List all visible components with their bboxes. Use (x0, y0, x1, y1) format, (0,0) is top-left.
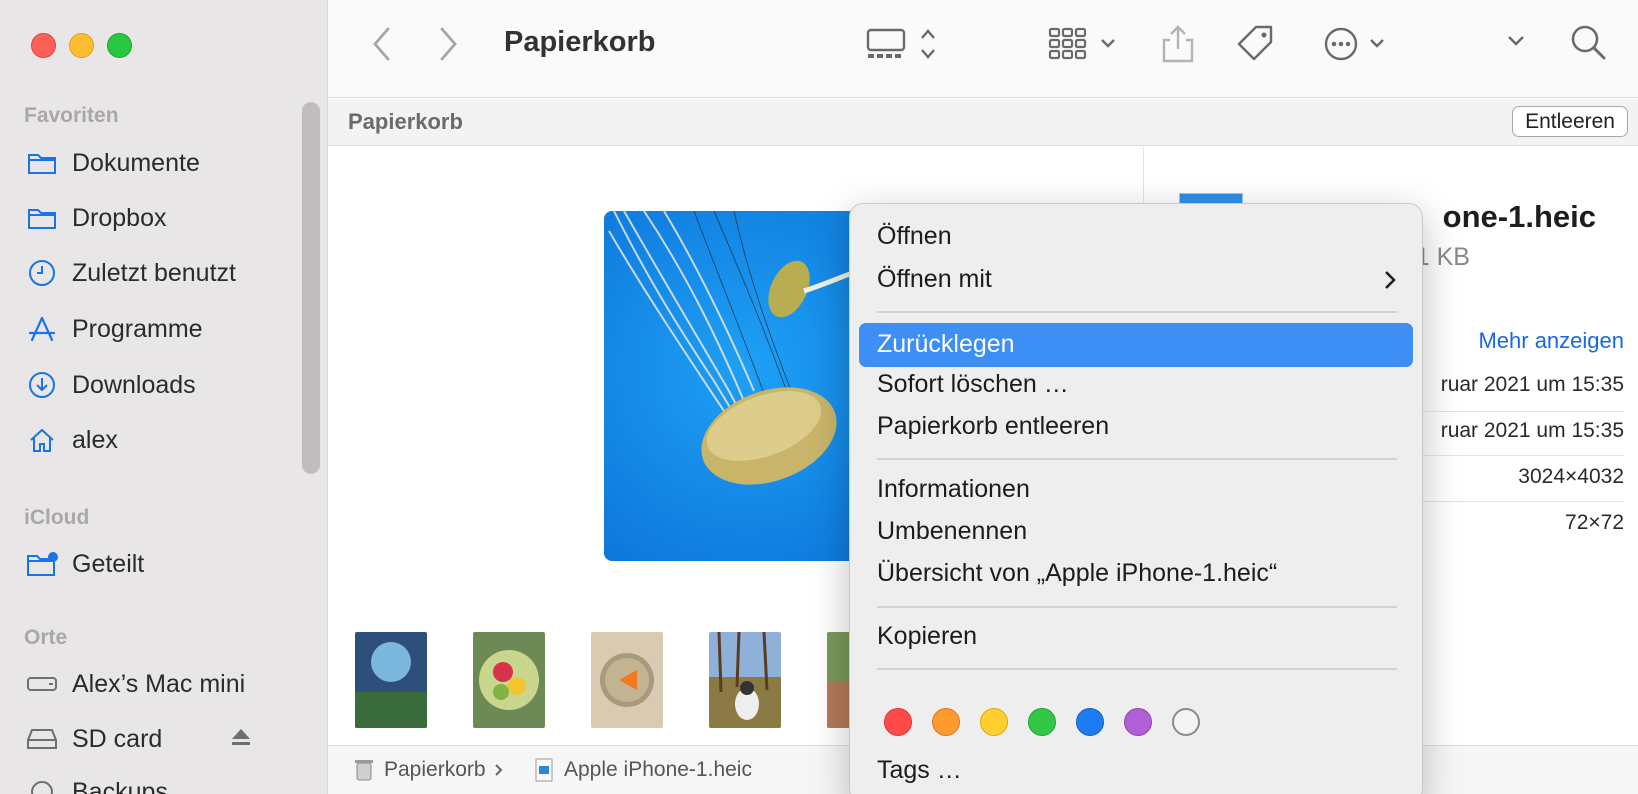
clock-icon (26, 257, 58, 289)
thumbnail[interactable] (473, 632, 545, 728)
tag-color-yellow[interactable] (980, 708, 1008, 736)
sidebar-item-geteilt[interactable]: Geteilt (26, 544, 144, 584)
sidebar-item-label: Alex’s Mac mini (72, 669, 246, 698)
sidebar-item-mac-mini[interactable]: Alex’s Mac mini (26, 664, 245, 704)
tag-color-purple[interactable] (1124, 708, 1152, 736)
drive-icon (26, 776, 58, 794)
thumbnail[interactable] (591, 632, 663, 728)
minimize-window-button[interactable] (69, 33, 94, 58)
sidebar-scrollbar[interactable] (302, 102, 320, 474)
trash-icon (354, 758, 374, 782)
menu-item-empty-trash[interactable]: Papierkorb entleeren (877, 412, 1109, 441)
sidebar-item-alex[interactable]: alex (26, 420, 118, 460)
eject-icon[interactable] (230, 726, 252, 755)
sidebar-item-programme[interactable]: Programme (26, 309, 203, 349)
apps-icon (26, 313, 58, 345)
close-window-button[interactable] (31, 33, 56, 58)
download-icon (26, 369, 58, 401)
file-name: one-1.heic (1442, 199, 1596, 234)
window-controls (31, 33, 132, 58)
maximize-window-button[interactable] (107, 33, 132, 58)
thumbnail[interactable] (355, 632, 427, 728)
sidebar-section-orte: Orte (24, 626, 68, 649)
toolbar: Papierkorb (328, 0, 1638, 98)
drive-icon (26, 723, 58, 755)
path-crumb-label: Apple iPhone-1.heic (564, 758, 752, 781)
menu-separator (877, 311, 1397, 313)
forward-icon[interactable] (438, 26, 460, 62)
sidebar-item-label: Geteilt (72, 549, 145, 578)
tag-color-red[interactable] (884, 708, 912, 736)
menu-item-open-with[interactable]: Öffnen mit (877, 265, 1397, 294)
chevron-right-icon (1383, 269, 1397, 298)
tag-color-orange[interactable] (932, 708, 960, 736)
menu-item-label: Öffnen mit (877, 265, 992, 293)
context-menu: Öffnen Öffnen mit Zurücklegen Sofort lös… (849, 203, 1423, 794)
more-actions-icon[interactable] (1323, 26, 1393, 62)
sidebar-section-icloud: iCloud (24, 506, 90, 529)
sidebar-item-backups[interactable]: Backups (26, 772, 168, 794)
created-date: ruar 2021 um 15:35 (1440, 373, 1624, 396)
sidebar-section-favorites: Favoriten (24, 104, 119, 127)
folder-icon (26, 202, 58, 234)
sidebar-item-label: Programme (72, 314, 203, 343)
path-crumb-trash[interactable]: Papierkorb (354, 758, 504, 782)
path-crumb-file[interactable]: Apple iPhone-1.heic (534, 758, 752, 782)
home-icon (26, 424, 58, 456)
chevron-right-icon (494, 763, 504, 777)
sidebar-item-label: Backups (72, 777, 168, 794)
menu-item-delete-immediately[interactable]: Sofort löschen … (877, 370, 1069, 399)
menu-item-open[interactable]: Öffnen (877, 222, 952, 251)
sidebar: Favoriten Dokumente Dropbox Zuletzt benu… (0, 0, 328, 794)
shared-folder-icon (26, 548, 58, 580)
resolution-value: 72×72 (1565, 511, 1624, 534)
modified-date: ruar 2021 um 15:35 (1440, 419, 1624, 442)
show-more-link[interactable]: Mehr anzeigen (1478, 328, 1624, 354)
menu-item-tags[interactable]: Tags … (877, 756, 962, 785)
menu-separator (877, 668, 1397, 670)
menu-item-quick-look[interactable]: Übersicht von „Apple iPhone-1.heic“ (877, 559, 1277, 588)
finder-window: Favoriten Dokumente Dropbox Zuletzt benu… (0, 0, 1638, 794)
sidebar-item-sd-card[interactable]: SD card (26, 719, 250, 759)
window-title: Papierkorb (504, 26, 656, 58)
computer-icon (26, 668, 58, 700)
share-icon[interactable] (1161, 24, 1195, 64)
menu-item-copy[interactable]: Kopieren (877, 622, 977, 651)
gallery-view-icon[interactable] (866, 26, 946, 62)
location-title: Papierkorb (348, 109, 463, 134)
tag-color-blue[interactable] (1076, 708, 1104, 736)
path-crumb-label: Papierkorb (384, 758, 486, 781)
menu-item-label: Zurücklegen (877, 330, 1015, 358)
menu-item-rename[interactable]: Umbenennen (877, 517, 1027, 546)
sidebar-item-zuletzt-benutzt[interactable]: Zuletzt benutzt (26, 253, 236, 293)
sidebar-item-downloads[interactable]: Downloads (26, 365, 196, 405)
back-icon[interactable] (370, 26, 392, 62)
search-icon[interactable] (1570, 24, 1608, 62)
menu-separator (877, 606, 1397, 608)
location-header: Papierkorb Entleeren (328, 99, 1638, 146)
sidebar-item-label: Dokumente (72, 148, 200, 177)
sidebar-item-label: Downloads (72, 370, 196, 399)
tag-color-green[interactable] (1028, 708, 1056, 736)
folder-icon (26, 147, 58, 179)
empty-trash-button[interactable]: Entleeren (1512, 106, 1628, 137)
tag-icon[interactable] (1236, 24, 1276, 64)
menu-separator (877, 458, 1397, 460)
thumbnail[interactable] (709, 632, 781, 728)
tag-color-gray[interactable] (1172, 708, 1200, 736)
chevron-down-icon[interactable] (1506, 34, 1526, 48)
sidebar-item-label: SD card (72, 724, 163, 753)
dimensions-value: 3024×4032 (1518, 465, 1624, 488)
sidebar-item-dokumente[interactable]: Dokumente (26, 143, 200, 183)
menu-item-put-back[interactable]: Zurücklegen (859, 323, 1413, 367)
image-file-icon (534, 758, 554, 782)
sidebar-item-label: Zuletzt benutzt (72, 258, 236, 287)
menu-item-get-info[interactable]: Informationen (877, 475, 1030, 504)
sidebar-item-label: alex (72, 425, 118, 454)
sidebar-item-dropbox[interactable]: Dropbox (26, 198, 167, 238)
sidebar-item-label: Dropbox (72, 203, 167, 232)
group-view-icon[interactable] (1048, 26, 1120, 62)
